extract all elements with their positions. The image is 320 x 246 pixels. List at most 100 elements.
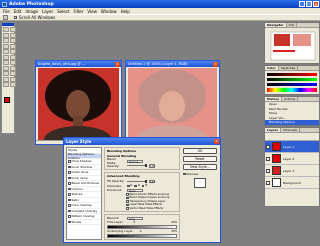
channel-b-checkbox[interactable]: B (141, 184, 147, 188)
menu-help[interactable]: Help (121, 9, 130, 14)
layer-row[interactable]: Layer 1 (265, 141, 319, 153)
crop-tool-icon[interactable] (3, 38, 9, 43)
reset-button[interactable]: Reset (183, 156, 217, 162)
tab-actions[interactable]: Actions (282, 97, 299, 101)
opacity-input[interactable]: 100 (149, 164, 155, 168)
layer-row[interactable]: Layer 2 (265, 153, 319, 165)
brush-tool-icon[interactable] (9, 43, 16, 49)
checkbox[interactable] (68, 187, 71, 190)
dodge-tool-icon[interactable] (9, 60, 16, 65)
knockout-select[interactable]: None (127, 188, 143, 192)
checkbox[interactable] (68, 220, 71, 223)
portrait-photo (38, 68, 119, 140)
dialog-close-icon[interactable]: × (214, 139, 219, 144)
clone-stamp-tool-icon[interactable] (3, 49, 9, 54)
marquee-tool-icon[interactable] (3, 27, 9, 32)
pen-tool-icon[interactable] (3, 71, 9, 76)
healing-brush-tool-icon[interactable] (3, 43, 9, 49)
dialog-title-bar[interactable]: Layer Style × (64, 138, 220, 145)
layer-thumbnail (272, 142, 281, 151)
channel-r-checkbox[interactable]: R (127, 184, 132, 188)
layer-thumbnail (272, 178, 281, 187)
tab-channels[interactable]: Channels (281, 128, 300, 132)
magic-wand-tool-icon[interactable] (9, 32, 16, 38)
close-button[interactable]: × (313, 1, 319, 7)
checkbox[interactable] (68, 176, 71, 179)
checkbox[interactable] (68, 165, 71, 168)
checkbox[interactable] (68, 171, 71, 174)
eye-icon[interactable] (266, 144, 270, 149)
preview-label: Preview (186, 172, 199, 176)
tab-layers[interactable]: Layers (265, 128, 282, 132)
advanced-blending-group: Advanced Blending Fill Opacity: 100 Chan… (104, 172, 180, 212)
gradient-tool-icon[interactable] (9, 54, 16, 60)
tab-info[interactable]: Info (287, 23, 298, 27)
notes-tool-icon[interactable] (3, 76, 9, 82)
history-brush-tool-icon[interactable] (9, 49, 16, 54)
hand-tool-icon[interactable] (3, 82, 9, 87)
blur-tool-icon[interactable] (3, 60, 9, 65)
opacity-slider[interactable] (127, 164, 147, 168)
path-select-tool-icon[interactable] (3, 65, 9, 71)
menu-filter[interactable]: Filter (73, 9, 83, 14)
zoom-tool-icon[interactable] (9, 82, 16, 87)
tab-history[interactable]: History (265, 97, 283, 101)
menu-file[interactable]: File (3, 9, 10, 14)
scroll-all-checkbox[interactable] (14, 16, 17, 19)
fill-opacity-slider[interactable] (127, 179, 147, 183)
menu-view[interactable]: View (87, 9, 97, 14)
foreground-color-swatch[interactable] (4, 97, 10, 103)
eye-icon[interactable] (266, 156, 270, 161)
history-item-current[interactable]: Blending Options (265, 120, 319, 125)
ok-button[interactable]: OK (183, 148, 217, 154)
eye-icon[interactable] (266, 180, 270, 185)
checkbox[interactable] (68, 193, 71, 196)
checkbox[interactable] (68, 182, 71, 185)
document-close-icon[interactable]: × (213, 61, 218, 67)
eye-icon[interactable] (266, 168, 270, 173)
new-style-button[interactable]: New Style... (183, 164, 217, 170)
menu-image[interactable]: Image (25, 9, 38, 14)
menu-window[interactable]: Window (101, 9, 117, 14)
style-item-blending-options[interactable]: Blending Options: Custom (67, 152, 101, 160)
fill-opacity-input[interactable]: 100 (149, 179, 155, 184)
vector-mask-hides-checkbox[interactable]: Vector Mask Hides Effects (107, 207, 177, 211)
checkbox[interactable] (68, 204, 71, 207)
layer-name: Background (283, 180, 301, 185)
hand-tool-icon[interactable] (3, 15, 8, 20)
slice-tool-icon[interactable] (9, 38, 16, 43)
shape-tool-icon[interactable] (9, 71, 16, 76)
maximize-button[interactable]: □ (306, 1, 312, 7)
checkbox[interactable] (68, 160, 71, 163)
portrait-image (38, 68, 119, 140)
document-title-bar[interactable]: Untitled-1 @ 100% (Layer 1, RGB) × (126, 61, 219, 67)
move-tool-icon[interactable] (9, 27, 16, 32)
menu-edit[interactable]: Edit (14, 9, 22, 14)
underlying-layer-gradient-slider[interactable] (107, 233, 177, 238)
eyedropper-tool-icon[interactable] (9, 76, 16, 82)
preview-checkbox[interactable]: Preview (183, 172, 217, 176)
checkbox[interactable] (68, 209, 71, 212)
menu-layer[interactable]: Layer (42, 9, 53, 14)
channel-g-checkbox[interactable]: G (134, 184, 140, 188)
checkbox[interactable] (68, 198, 71, 201)
lasso-tool-icon[interactable] (3, 32, 9, 38)
blend-mode-select[interactable]: Normal (127, 159, 143, 163)
type-tool-icon[interactable] (9, 65, 16, 71)
eraser-tool-icon[interactable] (3, 54, 9, 60)
tab-navigator[interactable]: Navigator (265, 23, 287, 27)
tab-color[interactable]: Color (265, 66, 279, 70)
color-sliders[interactable] (265, 71, 319, 94)
menu-select[interactable]: Select (57, 9, 69, 14)
minimize-button[interactable]: _ (299, 1, 305, 7)
document-close-icon[interactable]: × (115, 61, 120, 67)
layer-row[interactable]: Background (265, 177, 319, 189)
document-title: Angela_davis_afro.jpg @ ... (38, 62, 86, 66)
layer-name: Layer 2 (283, 156, 295, 161)
layer-row[interactable]: Layer 3 (265, 165, 319, 177)
toolbox (1, 22, 16, 134)
checkbox[interactable] (68, 215, 71, 218)
style-item-stroke[interactable]: Stroke (67, 220, 101, 225)
tab-swatches[interactable]: Swatches (279, 66, 299, 70)
document-title-bar[interactable]: Angela_davis_afro.jpg @ ... × (36, 61, 121, 67)
